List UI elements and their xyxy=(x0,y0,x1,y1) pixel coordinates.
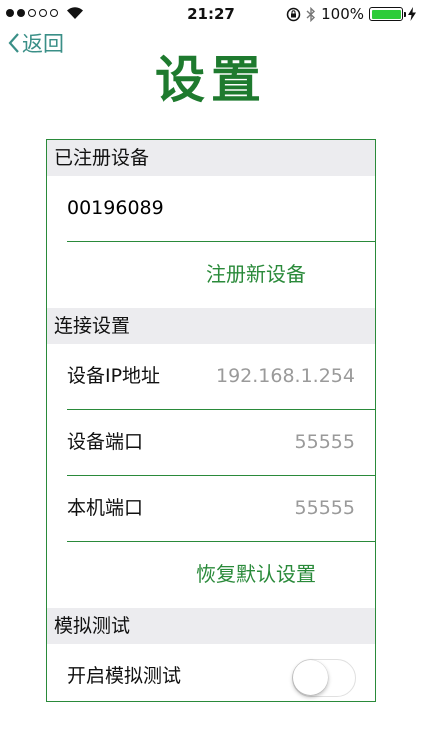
page-title: 设置 xyxy=(155,51,267,109)
register-new-device-row[interactable]: 注册新设备 xyxy=(47,242,375,307)
local-port-label: 本机端口 xyxy=(67,497,144,519)
settings-card: 已注册设备 00196089 注册新设备 连接设置 设备IP地址 192.168… xyxy=(46,139,376,702)
bluetooth-icon xyxy=(306,6,316,22)
rotation-lock-icon xyxy=(286,7,301,21)
battery-level xyxy=(371,9,401,19)
section-header-registered: 已注册设备 xyxy=(47,140,375,176)
status-right: 100% xyxy=(286,5,416,23)
simulation-toggle-row: 开启模拟测试 xyxy=(47,644,375,701)
battery-percent: 100% xyxy=(321,5,364,23)
charging-bolt-icon xyxy=(408,7,416,21)
simulation-toggle-switch[interactable] xyxy=(292,659,356,697)
device-port-label: 设备端口 xyxy=(67,431,144,453)
section-header-simulation: 模拟测试 xyxy=(47,608,375,644)
device-port-row[interactable]: 设备端口 55555 xyxy=(47,410,375,475)
battery-icon xyxy=(369,7,406,21)
device-port-value[interactable]: 55555 xyxy=(295,410,355,475)
device-ip-value[interactable]: 192.168.1.254 xyxy=(216,344,355,409)
register-new-device-button[interactable]: 注册新设备 xyxy=(47,242,375,307)
device-ip-row[interactable]: 设备IP地址 192.168.1.254 xyxy=(47,344,375,409)
registered-device-row: 00196089 xyxy=(47,176,375,241)
status-bar: 21:27 100% xyxy=(0,0,422,30)
device-id: 00196089 xyxy=(67,197,164,219)
reset-defaults-button[interactable]: 恢复默认设置 xyxy=(47,542,375,607)
simulation-toggle-label: 开启模拟测试 xyxy=(67,665,182,687)
toggle-knob xyxy=(293,660,328,695)
device-ip-label: 设备IP地址 xyxy=(67,365,161,387)
local-port-value[interactable]: 55555 xyxy=(295,476,355,541)
local-port-row[interactable]: 本机端口 55555 xyxy=(47,476,375,541)
section-header-connection: 连接设置 xyxy=(47,308,375,344)
reset-defaults-row[interactable]: 恢复默认设置 xyxy=(47,542,375,607)
